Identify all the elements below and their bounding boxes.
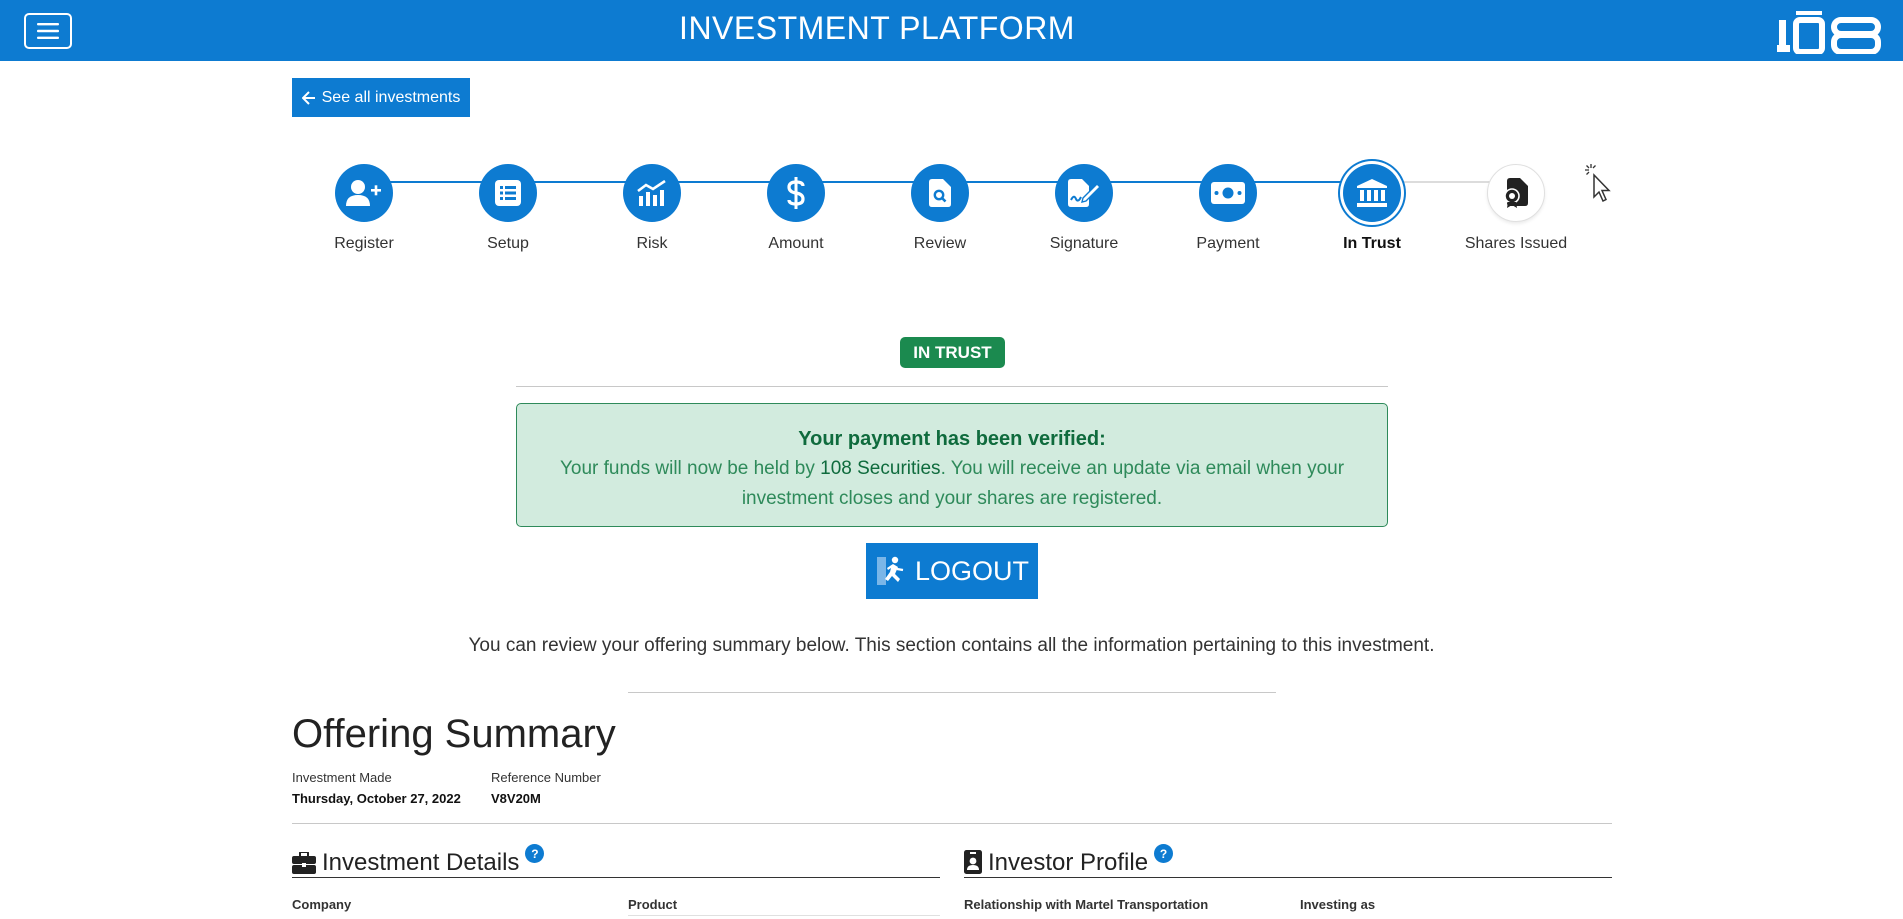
relationship-label: Relationship with Martel Transportation	[964, 897, 1209, 912]
payment-verified-alert: Your payment has been verified: Your fun…	[516, 403, 1388, 527]
money-bill-icon	[1199, 164, 1257, 222]
arrow-left-icon	[301, 90, 315, 105]
offering-summary-title: Offering Summary	[292, 712, 616, 756]
step-payment[interactable]: Payment	[1156, 164, 1300, 253]
app-title: INVESTMENT PLATFORM	[679, 10, 1075, 46]
divider	[628, 692, 1276, 693]
alert-body: Your funds will now be held by 108 Secur…	[517, 454, 1387, 514]
step-amount[interactable]: Amount	[724, 164, 868, 253]
help-icon[interactable]: ?	[1154, 844, 1174, 863]
step-setup[interactable]: Setup	[436, 164, 580, 253]
step-in-trust[interactable]: In Trust	[1300, 164, 1444, 253]
step-register[interactable]: Register	[292, 164, 436, 253]
investment-made-label: Investment Made	[292, 770, 392, 785]
see-all-investments-button[interactable]: See all investments	[292, 78, 470, 117]
divider	[516, 386, 1388, 387]
step-label: Review	[913, 235, 967, 252]
investment-details-header: Investment Details ?	[292, 844, 940, 878]
step-signature[interactable]: Signature	[1012, 164, 1156, 253]
alert-body-prefix: Your funds will now be held by	[559, 458, 821, 479]
top-bar: INVESTMENT PLATFORM	[0, 0, 1903, 61]
step-shares-issued[interactable]: Shares Issued	[1444, 164, 1588, 253]
step-review[interactable]: Review	[868, 164, 1012, 253]
step-label: Risk	[636, 235, 668, 252]
alert-body-company: 108 Securities	[820, 458, 941, 479]
company-label: Company	[292, 897, 352, 912]
alert-title: Your payment has been verified:	[798, 428, 1106, 450]
brand-logo[interactable]	[1777, 8, 1881, 59]
logout-button[interactable]: LOGOUT	[866, 543, 1038, 599]
progress-stepper: Register Setup Risk Amount Review Signat…	[292, 164, 1612, 264]
review-instructions: You can review your offering summary bel…	[468, 635, 1435, 656]
see-all-investments-label: See all investments	[321, 88, 461, 106]
investor-profile-title: Investor Profile	[988, 849, 1149, 876]
bank-icon	[1343, 164, 1401, 222]
id-badge-icon	[964, 850, 982, 874]
logout-label: LOGOUT	[914, 555, 1029, 586]
product-label: Product	[628, 897, 678, 912]
running-exit-icon	[876, 556, 904, 585]
step-label: Signature	[1049, 235, 1119, 252]
step-label: Setup	[487, 235, 529, 252]
reference-number-value: V8V20M	[491, 791, 541, 806]
dollar-icon	[767, 164, 825, 222]
product-underline	[628, 915, 940, 916]
file-certificate-icon	[1487, 164, 1545, 222]
status-badge: IN TRUST	[900, 337, 1005, 368]
step-label: Register	[334, 235, 394, 252]
step-label: Amount	[768, 235, 824, 252]
file-signature-icon	[1055, 164, 1113, 222]
reference-number-label: Reference Number	[491, 770, 601, 785]
help-icon[interactable]: ?	[525, 844, 545, 863]
cursor-icon	[1585, 164, 1611, 203]
investment-details-title: Investment Details	[322, 849, 520, 876]
file-search-icon	[911, 164, 969, 222]
briefcase-icon	[292, 852, 316, 874]
investment-made-value: Thursday, October 27, 2022	[292, 791, 461, 806]
chart-line-icon	[623, 164, 681, 222]
user-plus-icon	[335, 164, 393, 222]
divider	[292, 823, 1612, 824]
step-label: Shares Issued	[1464, 235, 1568, 252]
list-icon	[479, 164, 537, 222]
step-risk[interactable]: Risk	[580, 164, 724, 253]
investing-as-label: Investing as	[1300, 897, 1376, 912]
step-label: In Trust	[1343, 235, 1401, 252]
investor-profile-header: Investor Profile ?	[964, 844, 1612, 878]
step-label: Payment	[1196, 235, 1260, 252]
